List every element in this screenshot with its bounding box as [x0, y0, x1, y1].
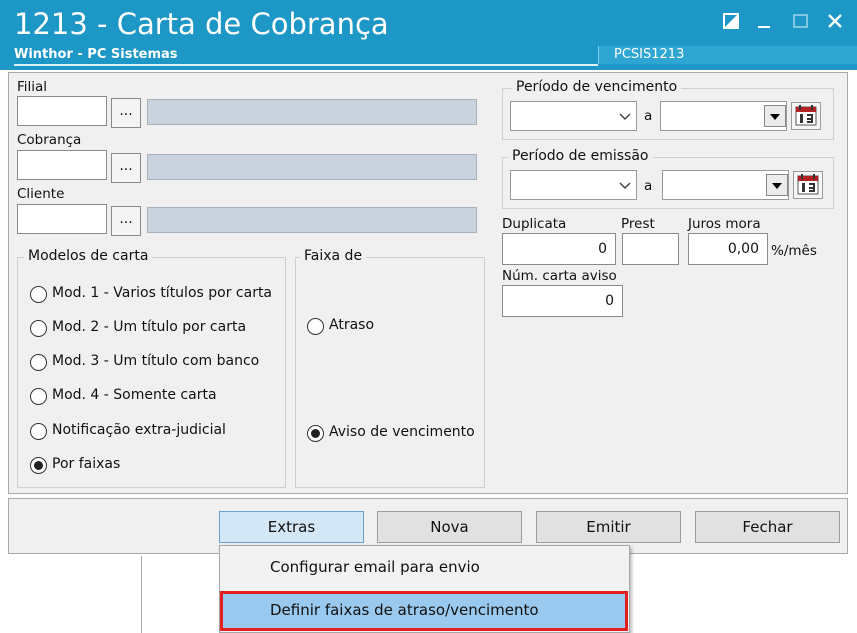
cobranca-lookup-button[interactable]: ...	[111, 153, 141, 183]
periodo-emissao-title: Período de emissão	[508, 148, 653, 164]
radio-atraso[interactable]	[307, 318, 324, 335]
restore-icon	[723, 13, 739, 29]
emissao-calendar-button[interactable]	[793, 171, 823, 199]
cobranca-code-input[interactable]	[17, 150, 107, 180]
calendar-icon	[795, 105, 817, 126]
cliente-lookup-button[interactable]: ...	[111, 206, 141, 236]
radio-mod2-label: Mod. 2 - Um título por carta	[52, 319, 247, 335]
radio-por-faixas-label: Por faixas	[52, 456, 121, 472]
radio-notificacao[interactable]	[30, 423, 47, 440]
filial-code-input[interactable]	[17, 96, 107, 126]
radio-mod3-label: Mod. 3 - Um título com banco	[52, 353, 260, 369]
cliente-label: Cliente	[17, 186, 65, 202]
modelos-group-title: Modelos de carta	[24, 248, 153, 264]
radio-mod4[interactable]	[30, 388, 47, 405]
nova-button[interactable]: Nova	[377, 511, 522, 543]
juros-mora-unit: %/mês	[771, 243, 817, 259]
radio-mod1[interactable]	[30, 286, 47, 303]
extras-button[interactable]: Extras	[219, 511, 364, 543]
emissao-separator: a	[644, 178, 653, 194]
duplicata-label: Duplicata	[502, 216, 567, 232]
menu-item-configurar-email[interactable]: Configurar email para envio	[270, 558, 480, 576]
close-window-button[interactable]	[822, 8, 848, 34]
maximize-button[interactable]	[788, 8, 814, 34]
cobranca-label: Cobrança	[17, 132, 82, 148]
emitir-button[interactable]: Emitir	[536, 511, 681, 543]
juros-mora-label: Juros mora	[688, 216, 761, 232]
minimize-icon	[758, 26, 770, 28]
restore-window-button[interactable]	[718, 8, 744, 34]
cliente-description-field	[147, 207, 477, 233]
radio-mod1-label: Mod. 1 - Varios títulos por carta	[52, 285, 273, 301]
emitir-button-label: Emitir	[586, 518, 631, 536]
radio-aviso-vencimento[interactable]	[307, 425, 324, 442]
num-carta-aviso-input[interactable]: 0	[502, 285, 623, 317]
prest-label: Prest	[621, 216, 655, 232]
calendar-icon	[797, 174, 819, 195]
emissao-end-dropdown-button[interactable]	[766, 174, 788, 196]
nova-button-label: Nova	[430, 518, 469, 536]
subtitle-underline	[14, 64, 598, 66]
radio-por-faixas[interactable]	[30, 457, 47, 474]
window-title: 1213 - Carta de Cobrança	[14, 7, 389, 41]
radio-aviso-vencimento-label: Aviso de vencimento	[329, 424, 475, 440]
vencimento-end-dropdown-button[interactable]	[764, 105, 786, 127]
screen-code: PCSIS1213	[614, 47, 685, 62]
fechar-button[interactable]: Fechar	[695, 511, 840, 543]
extras-button-label: Extras	[267, 518, 316, 536]
duplicata-input[interactable]: 0	[502, 233, 616, 265]
juros-mora-input[interactable]: 0,00	[688, 233, 768, 265]
cobranca-description-field	[147, 154, 477, 180]
background-divider	[141, 556, 142, 633]
maximize-icon	[793, 14, 808, 28]
filial-label: Filial	[17, 79, 48, 95]
faixa-group	[295, 257, 485, 488]
num-carta-aviso-label: Núm. carta aviso	[502, 268, 617, 284]
prest-input[interactable]	[622, 233, 679, 265]
close-icon	[828, 14, 842, 28]
radio-mod2[interactable]	[30, 320, 47, 337]
chevron-down-icon	[619, 182, 631, 190]
radio-mod3[interactable]	[30, 354, 47, 371]
emissao-start-date[interactable]	[510, 170, 637, 200]
radio-notificacao-label: Notificação extra-judicial	[52, 422, 226, 438]
vencimento-separator: a	[644, 108, 653, 124]
minimize-button[interactable]	[752, 8, 778, 34]
vencimento-calendar-button[interactable]	[791, 102, 821, 130]
chevron-down-icon	[619, 113, 631, 121]
menu-item-definir-faixas[interactable]: Definir faixas de atraso/vencimento	[270, 601, 539, 619]
radio-mod4-label: Mod. 4 - Somente carta	[52, 387, 217, 403]
faixa-group-title: Faixa de	[300, 248, 367, 264]
filial-description-field	[147, 99, 477, 125]
fechar-button-label: Fechar	[742, 518, 793, 536]
cliente-code-input[interactable]	[17, 204, 107, 234]
radio-atraso-label: Atraso	[329, 317, 375, 333]
window-subtitle: Winthor - PC Sistemas	[14, 47, 178, 62]
periodo-vencimento-title: Período de vencimento	[512, 79, 682, 95]
filial-lookup-button[interactable]: ...	[111, 98, 141, 128]
vencimento-start-date[interactable]	[510, 101, 637, 131]
